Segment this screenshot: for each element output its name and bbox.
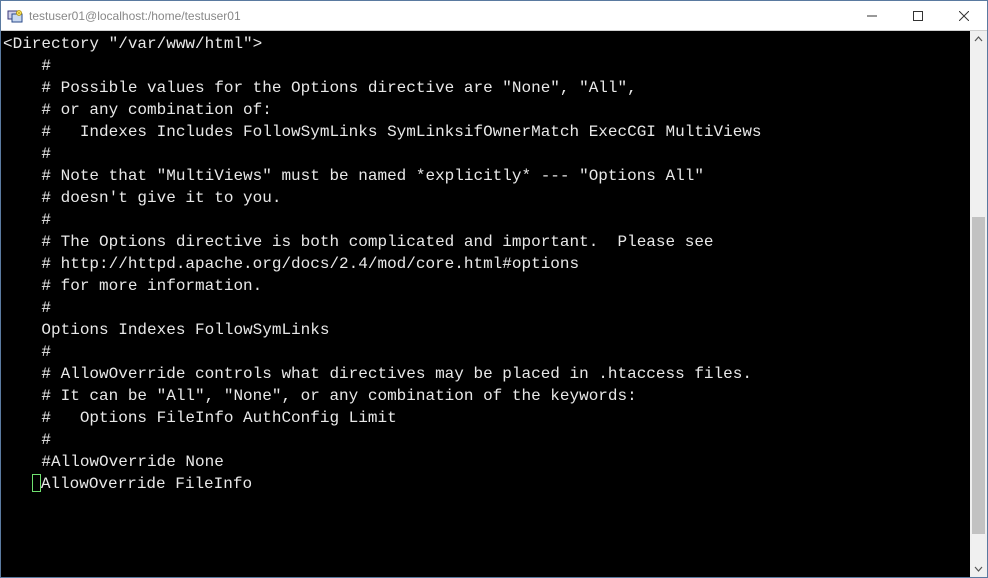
terminal-line: # It can be "All", "None", or any combin… [3,385,970,407]
text-cursor [32,474,41,492]
terminal-line: # http://httpd.apache.org/docs/2.4/mod/c… [3,253,970,275]
terminal-line: # for more information. [3,275,970,297]
scroll-thumb[interactable] [972,217,985,534]
app-icon [7,8,23,24]
terminal-line: # [3,297,970,319]
terminal-line: # [3,341,970,363]
titlebar-left: testuser01@localhost:/home/testuser01 [1,8,849,24]
terminal-line: # Options FileInfo AuthConfig Limit [3,407,970,429]
terminal-line: # Indexes Includes FollowSymLinks SymLin… [3,121,970,143]
terminal-line: # The Options directive is both complica… [3,231,970,253]
terminal-line: # [3,55,970,77]
terminal-line: # AllowOverride controls what directives… [3,363,970,385]
terminal-line: <Directory "/var/www/html"> [3,33,970,55]
window-controls [849,1,987,30]
terminal-line: #AllowOverride None [3,451,970,473]
terminal-line: # Possible values for the Options direct… [3,77,970,99]
terminal-line: # [3,429,970,451]
app-window: testuser01@localhost:/home/testuser01 <D… [0,0,988,578]
terminal-line: # doesn't give it to you. [3,187,970,209]
terminal-output[interactable]: <Directory "/var/www/html"> # # Possible… [1,31,970,577]
close-button[interactable] [941,1,987,30]
content-area: <Directory "/var/www/html"> # # Possible… [1,31,987,577]
terminal-line: # or any combination of: [3,99,970,121]
scroll-track[interactable] [970,48,987,560]
terminal-line: Options Indexes FollowSymLinks [3,319,970,341]
scroll-up-arrow-icon[interactable] [970,31,987,48]
titlebar[interactable]: testuser01@localhost:/home/testuser01 [1,1,987,31]
vertical-scrollbar[interactable] [970,31,987,577]
scroll-down-arrow-icon[interactable] [970,560,987,577]
terminal-line: # Note that "MultiViews" must be named *… [3,165,970,187]
terminal-line: AllowOverride FileInfo [3,473,970,495]
terminal-line: # [3,143,970,165]
minimize-button[interactable] [849,1,895,30]
window-title: testuser01@localhost:/home/testuser01 [29,9,241,23]
maximize-button[interactable] [895,1,941,30]
terminal-line: # [3,209,970,231]
